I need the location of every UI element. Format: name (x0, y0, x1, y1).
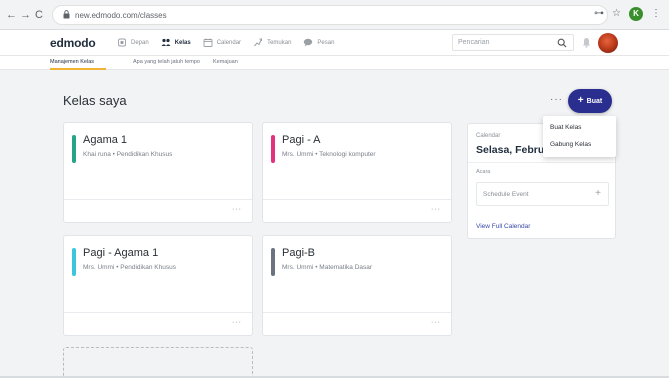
class-color-bar (271, 135, 275, 163)
card-divider (263, 199, 451, 200)
class-menu-button[interactable]: ··· (232, 319, 242, 326)
browser-menu-icon[interactable]: ⋮ (651, 6, 661, 22)
class-menu-button[interactable]: ··· (232, 206, 242, 213)
class-meta: Khai runa • Pendidikan Khusus (83, 151, 173, 158)
key-icon[interactable]: ⊶ (594, 6, 604, 22)
bookmark-star-icon[interactable]: ☆ (612, 6, 621, 22)
plus-icon: + (577, 95, 584, 106)
class-color-bar (72, 135, 76, 163)
nav-item-temukan[interactable]: Temukan (253, 38, 291, 47)
app-header: edmodo Depan Kelas Calendar Temukan Pesa… (0, 30, 669, 56)
tab-kemajuan[interactable]: Kemajuan (213, 59, 238, 65)
events-label: Acara (476, 169, 491, 175)
class-name[interactable]: Agama 1 (83, 134, 127, 146)
tab-manajemen-kelas[interactable]: Manajemen Kelas (50, 59, 94, 65)
class-card[interactable]: Pagi-B Mrs. Ummi • Matematika Dasar ··· (262, 235, 452, 336)
edmodo-logo[interactable]: edmodo (50, 36, 96, 50)
create-button-label: Buat (586, 97, 603, 105)
forward-button[interactable]: → (20, 8, 31, 22)
class-card[interactable]: Agama 1 Khai runa • Pendidikan Khusus ··… (63, 122, 253, 223)
class-name[interactable]: Pagi - A (282, 134, 321, 146)
nav-item-calendar[interactable]: Calendar (203, 38, 241, 47)
lock-icon (63, 10, 70, 19)
nav-label: Calendar (216, 39, 242, 46)
active-tab-indicator (50, 68, 106, 70)
nav-item-kelas[interactable]: Kelas (161, 38, 191, 47)
class-meta: Mrs. Ummi • Matematika Dasar (282, 264, 373, 271)
card-divider (263, 312, 451, 313)
classes-icon (161, 38, 171, 46)
schedule-event-label: Schedule Event (483, 191, 529, 198)
add-event-icon[interactable]: + (595, 188, 601, 200)
create-dropdown-menu: Buat Kelas Gabung Kelas (543, 116, 616, 157)
nav-label: Kelas (174, 39, 191, 46)
class-name[interactable]: Pagi-B (282, 247, 315, 259)
card-divider (64, 312, 252, 313)
nav-label: Depan (131, 39, 149, 46)
add-class-placeholder-card[interactable] (63, 347, 253, 378)
tab-jatuh-tempo[interactable]: Apa yang telah jatuh tempo (133, 59, 200, 65)
class-meta: Mrs. Ummi • Teknologi komputer (282, 151, 376, 158)
view-full-calendar-link[interactable]: View Full Calendar (476, 223, 530, 230)
more-options-button[interactable]: ··· (550, 94, 563, 105)
page-title: Kelas saya (63, 93, 127, 108)
notification-bell-icon[interactable] (582, 37, 591, 48)
home-icon (118, 38, 126, 47)
class-card[interactable]: Pagi - A Mrs. Ummi • Teknologi komputer … (262, 122, 452, 223)
nav-item-depan[interactable]: Depan (117, 38, 149, 47)
url-text: new.edmodo.com/classes (75, 11, 167, 20)
search-input[interactable]: Pencarian (452, 34, 574, 51)
reload-button[interactable]: C (35, 8, 43, 22)
class-name[interactable]: Pagi - Agama 1 (83, 247, 158, 259)
browser-toolbar: ← → C new.edmodo.com/classes ⊶ ☆ K ⋮ (0, 0, 669, 30)
schedule-event-button[interactable]: Schedule Event + (476, 182, 609, 206)
card-divider (64, 199, 252, 200)
class-menu-button[interactable]: ··· (431, 206, 441, 213)
menu-item-gabung-kelas[interactable]: Gabung Kelas (550, 141, 591, 148)
class-color-bar (271, 248, 275, 276)
search-placeholder: Pencarian (458, 39, 490, 46)
class-card[interactable]: Pagi - Agama 1 Mrs. Ummi • Pendidikan Kh… (63, 235, 253, 336)
menu-item-buat-kelas[interactable]: Buat Kelas (550, 124, 581, 131)
calendar-date: Selasa, Februa (476, 144, 551, 156)
calendar-divider (468, 162, 615, 163)
class-color-bar (72, 248, 76, 276)
browser-actions: ⊶ ☆ K ⋮ (594, 6, 661, 22)
messages-icon (304, 38, 313, 47)
create-button[interactable]: + Buat (568, 89, 612, 113)
main-nav: Depan Kelas Calendar Temukan Pesan (117, 38, 334, 47)
browser-profile-avatar[interactable]: K (629, 7, 643, 21)
discover-icon (254, 38, 263, 47)
class-menu-button[interactable]: ··· (431, 319, 441, 326)
search-icon[interactable] (557, 38, 567, 48)
user-avatar[interactable] (598, 33, 618, 53)
calendar-label: Calendar (476, 133, 501, 139)
back-button[interactable]: ← (6, 8, 17, 22)
nav-item-pesan[interactable]: Pesan (303, 38, 334, 47)
address-bar[interactable]: new.edmodo.com/classes (52, 5, 608, 25)
class-meta: Mrs. Ummi • Pendidikan Khusus (83, 264, 176, 271)
nav-label: Pesan (317, 39, 335, 46)
nav-label: Temukan (267, 39, 292, 46)
calendar-icon (203, 38, 213, 47)
